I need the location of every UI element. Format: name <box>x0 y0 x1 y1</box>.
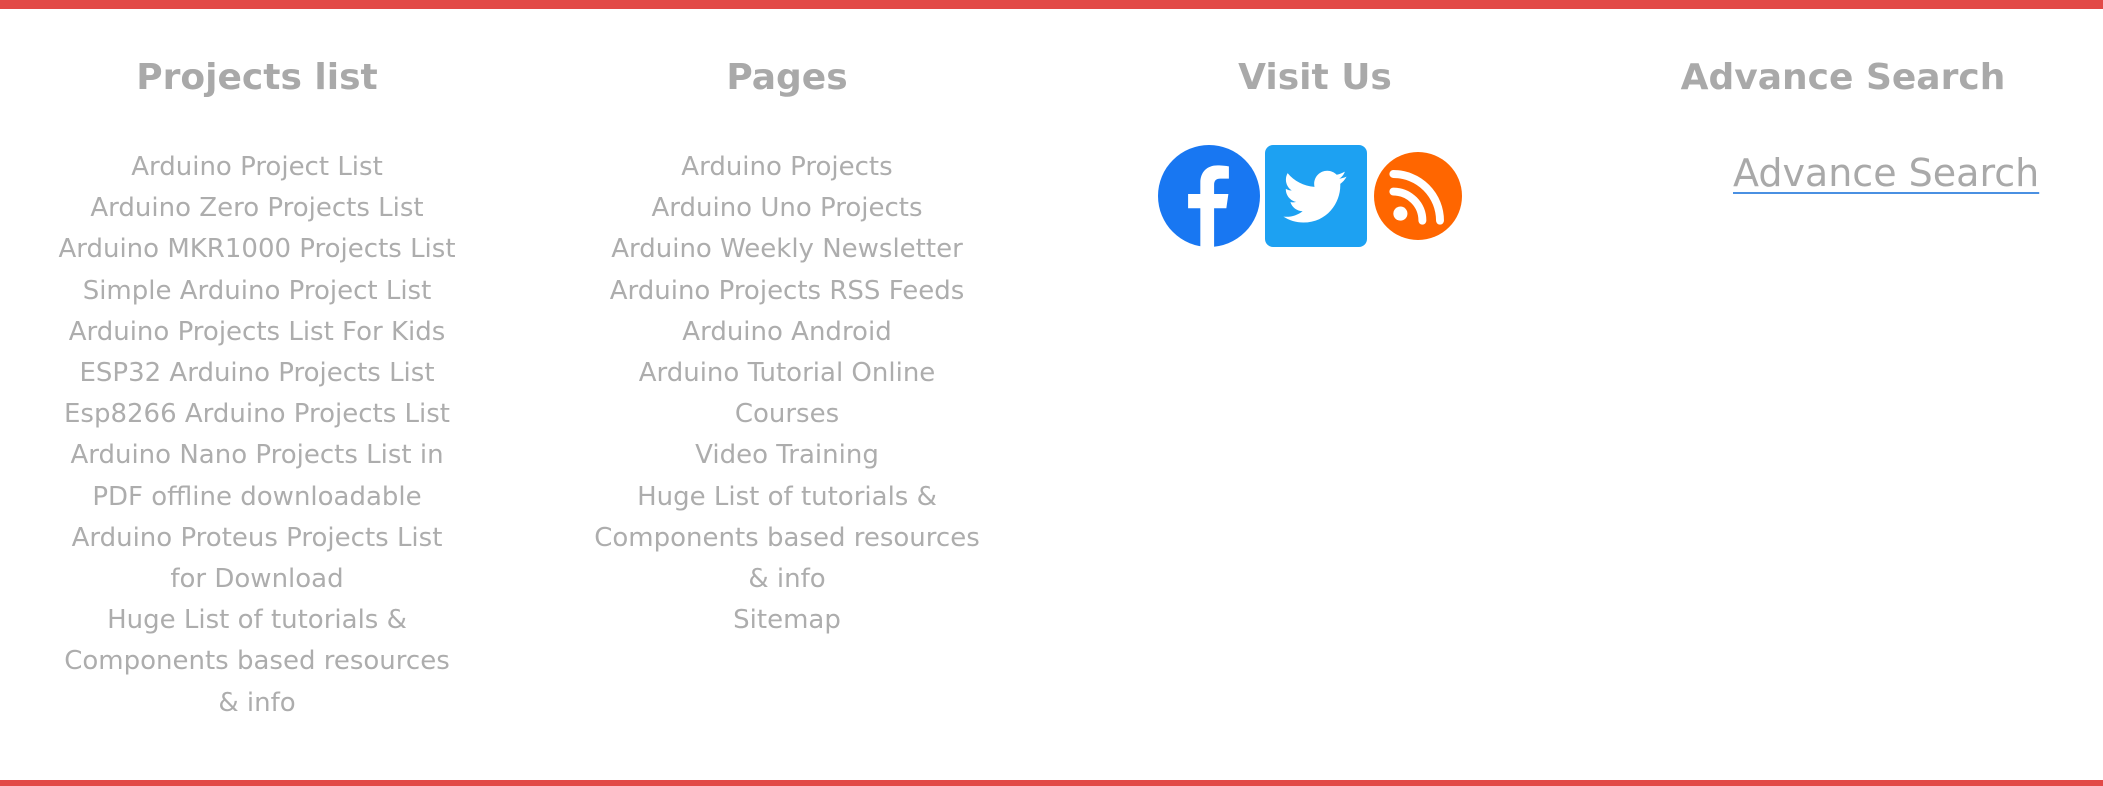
projects-list-heading: Projects list <box>136 57 378 98</box>
pages-link[interactable]: Huge List of tutorials & Components base… <box>594 482 980 594</box>
list-item: Arduino Projects RSS Feeds <box>587 271 987 312</box>
list-item: Arduino Projects <box>587 147 987 188</box>
list-item: Arduino Zero Projects List <box>57 188 457 229</box>
pages-link[interactable]: Arduino Projects RSS Feeds <box>610 276 965 306</box>
list-item: Arduino Uno Projects <box>587 188 987 229</box>
list-item: Video Training <box>587 435 987 476</box>
advance-search-link[interactable]: Advance Search <box>1733 150 2039 196</box>
projects-link[interactable]: Arduino MKR1000 Projects List <box>58 234 455 264</box>
projects-link[interactable]: Esp8266 Arduino Projects List <box>64 399 450 429</box>
projects-link[interactable]: Arduino Project List <box>131 152 383 182</box>
pages-heading: Pages <box>726 57 848 98</box>
rss-icon[interactable] <box>1374 152 1462 240</box>
pages-link[interactable]: Video Training <box>695 440 879 470</box>
list-item: Sitemap <box>587 600 987 641</box>
footer-columns: Projects list Arduino Project List Ardui… <box>0 0 2103 786</box>
projects-link[interactable]: Huge List of tutorials & Components base… <box>64 605 450 717</box>
pages-link[interactable]: Arduino Projects <box>681 152 892 182</box>
list-item: Arduino Project List <box>57 147 457 188</box>
visit-us-heading: Visit Us <box>1238 57 1392 98</box>
list-item: Arduino Android <box>587 312 987 353</box>
list-item: ESP32 Arduino Projects List <box>57 353 457 394</box>
projects-link[interactable]: Arduino Nano Projects List in PDF offlin… <box>70 440 443 511</box>
list-item: Arduino Tutorial Online Courses <box>587 353 987 435</box>
list-item: Huge List of tutorials & Components base… <box>587 477 987 601</box>
pages-link[interactable]: Arduino Android <box>682 317 891 347</box>
social-icons <box>1158 145 1478 247</box>
list-item: Arduino MKR1000 Projects List <box>57 229 457 270</box>
projects-link[interactable]: Arduino Proteus Projects List for Downlo… <box>72 523 443 594</box>
list-item: Simple Arduino Project List <box>57 271 457 312</box>
pages-link[interactable]: Arduino Uno Projects <box>651 193 922 223</box>
list-item: Arduino Weekly Newsletter <box>587 229 987 270</box>
projects-link[interactable]: Arduino Projects List For Kids <box>69 317 446 347</box>
projects-link-list: Arduino Project List Arduino Zero Projec… <box>57 147 457 724</box>
projects-link[interactable]: ESP32 Arduino Projects List <box>79 358 434 388</box>
list-item: Huge List of tutorials & Components base… <box>57 600 457 724</box>
projects-link[interactable]: Arduino Zero Projects List <box>90 193 423 223</box>
pages-link[interactable]: Sitemap <box>733 605 841 635</box>
footer-bottom-border <box>0 780 2103 786</box>
facebook-icon[interactable] <box>1158 145 1260 247</box>
advance-search-heading: Advance Search <box>1680 57 2006 98</box>
list-item: Esp8266 Arduino Projects List <box>57 394 457 435</box>
twitter-icon[interactable] <box>1265 145 1367 247</box>
pages-link[interactable]: Arduino Weekly Newsletter <box>611 234 963 264</box>
list-item: Arduino Projects List For Kids <box>57 312 457 353</box>
projects-link[interactable]: Simple Arduino Project List <box>83 276 432 306</box>
pages-link-list: Arduino Projects Arduino Uno Projects Ar… <box>587 147 987 641</box>
list-item: Arduino Proteus Projects List for Downlo… <box>57 518 457 600</box>
list-item: Arduino Nano Projects List in PDF offlin… <box>57 435 457 517</box>
pages-link[interactable]: Arduino Tutorial Online Courses <box>639 358 936 429</box>
